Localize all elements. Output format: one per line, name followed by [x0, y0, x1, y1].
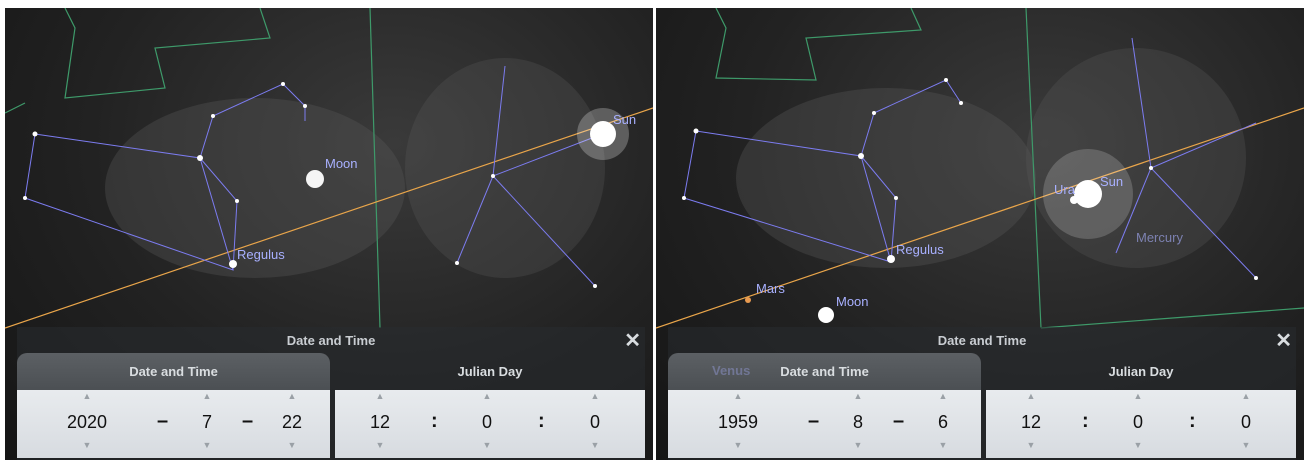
date-time-dialog-left: Date and Time ✕ Date and Time Julian Day… [17, 327, 645, 460]
month-value[interactable]: 8 [828, 412, 888, 433]
regulus-label[interactable]: Regulus [237, 247, 285, 262]
second-up-icon[interactable]: ▲ [565, 391, 625, 401]
year-value[interactable]: 1959 [698, 412, 778, 433]
month-spinbox[interactable]: ▲ 8 ▼ [828, 390, 888, 458]
minute-value[interactable]: 0 [457, 412, 517, 433]
second-down-icon[interactable]: ▼ [1216, 440, 1276, 450]
second-down-icon[interactable]: ▼ [565, 440, 625, 450]
hour-value[interactable]: 12 [1001, 412, 1061, 433]
regulus-label[interactable]: Regulus [896, 242, 944, 257]
day-value[interactable]: 22 [262, 412, 322, 433]
time-separator: : [1082, 410, 1089, 432]
hour-up-icon[interactable]: ▲ [350, 391, 410, 401]
date-separator: – [157, 410, 169, 432]
sky-view-right[interactable]: Ura Sun Mercury Regulus Mars Moon Date a… [656, 8, 1304, 460]
mars-label[interactable]: Mars [756, 281, 785, 296]
date-time-dialog-right: Date and Time ✕ Venus Date and Time Juli… [668, 327, 1296, 460]
day-value[interactable]: 6 [913, 412, 973, 433]
close-icon[interactable]: ✕ [624, 328, 641, 353]
day-down-icon[interactable]: ▼ [262, 440, 322, 450]
month-down-icon[interactable]: ▼ [177, 440, 237, 450]
mercury-label[interactable]: Mercury [1136, 230, 1183, 245]
minute-value[interactable]: 0 [1108, 412, 1168, 433]
second-spinbox[interactable]: ▲ 0 ▼ [565, 390, 625, 458]
hour-up-icon[interactable]: ▲ [1001, 391, 1061, 401]
minute-spinbox[interactable]: ▲ 0 ▼ [457, 390, 517, 458]
month-down-icon[interactable]: ▼ [828, 440, 888, 450]
time-separator: : [1189, 410, 1196, 432]
year-value[interactable]: 2020 [47, 412, 127, 433]
tab-date-and-time[interactable]: Date and Time [17, 353, 330, 391]
minute-down-icon[interactable]: ▼ [457, 440, 517, 450]
second-spinbox[interactable]: ▲ 0 ▼ [1216, 390, 1276, 458]
time-separator: : [538, 410, 545, 432]
hour-spinbox[interactable]: ▲ 12 ▼ [1001, 390, 1061, 458]
sun-label[interactable]: Sun [613, 112, 636, 127]
day-spinbox[interactable]: ▲ 6 ▼ [913, 390, 973, 458]
day-up-icon[interactable]: ▲ [913, 391, 973, 401]
tab-date-label: Date and Time [780, 364, 869, 379]
day-down-icon[interactable]: ▼ [913, 440, 973, 450]
year-up-icon[interactable]: ▲ [698, 391, 778, 401]
hour-spinbox[interactable]: ▲ 12 ▼ [350, 390, 410, 458]
year-spinbox[interactable]: ▲ 1959 ▼ [698, 390, 778, 458]
time-separator: : [431, 410, 438, 432]
month-up-icon[interactable]: ▲ [177, 391, 237, 401]
month-value[interactable]: 7 [177, 412, 237, 433]
venus-label[interactable]: Venus [712, 364, 750, 378]
close-icon[interactable]: ✕ [1275, 328, 1292, 353]
year-spinbox[interactable]: ▲ 2020 ▼ [47, 390, 127, 458]
moon-label[interactable]: Moon [836, 294, 869, 309]
month-up-icon[interactable]: ▲ [828, 391, 888, 401]
second-value[interactable]: 0 [1216, 412, 1276, 433]
date-box: ▲ 2020 ▼ – ▲ 7 ▼ – ▲ 22 ▼ [17, 390, 330, 458]
date-separator: – [242, 410, 254, 432]
time-box: ▲ 12 ▼ : ▲ 0 ▼ : ▲ 0 ▼ [986, 390, 1296, 458]
hour-down-icon[interactable]: ▼ [350, 440, 410, 450]
year-down-icon[interactable]: ▼ [47, 440, 127, 450]
date-box: ▲ 1959 ▼ – ▲ 8 ▼ – ▲ 6 ▼ [668, 390, 981, 458]
dialog-title: Date and Time [937, 333, 1027, 348]
day-spinbox[interactable]: ▲ 22 ▼ [262, 390, 322, 458]
dialog-title: Date and Time [286, 333, 376, 348]
minute-up-icon[interactable]: ▲ [457, 391, 517, 401]
sun-label[interactable]: Sun [1100, 174, 1123, 189]
year-down-icon[interactable]: ▼ [698, 440, 778, 450]
tab-julian-day[interactable]: Julian Day [986, 353, 1296, 391]
minute-down-icon[interactable]: ▼ [1108, 440, 1168, 450]
sky-view-left[interactable]: Moon Sun Regulus Date and Time ✕ Date an… [5, 8, 653, 460]
uranus-label[interactable]: Ura [1054, 182, 1075, 197]
minute-up-icon[interactable]: ▲ [1108, 391, 1168, 401]
year-up-icon[interactable]: ▲ [47, 391, 127, 401]
time-box: ▲ 12 ▼ : ▲ 0 ▼ : ▲ 0 ▼ [335, 390, 645, 458]
day-up-icon[interactable]: ▲ [262, 391, 322, 401]
month-spinbox[interactable]: ▲ 7 ▼ [177, 390, 237, 458]
moon-label[interactable]: Moon [325, 156, 358, 171]
second-up-icon[interactable]: ▲ [1216, 391, 1276, 401]
hour-down-icon[interactable]: ▼ [1001, 440, 1061, 450]
hour-value[interactable]: 12 [350, 412, 410, 433]
tab-date-and-time[interactable]: Venus Date and Time [668, 353, 981, 391]
minute-spinbox[interactable]: ▲ 0 ▼ [1108, 390, 1168, 458]
date-separator: – [808, 410, 820, 432]
second-value[interactable]: 0 [565, 412, 625, 433]
date-separator: – [893, 410, 905, 432]
tab-julian-day[interactable]: Julian Day [335, 353, 645, 391]
